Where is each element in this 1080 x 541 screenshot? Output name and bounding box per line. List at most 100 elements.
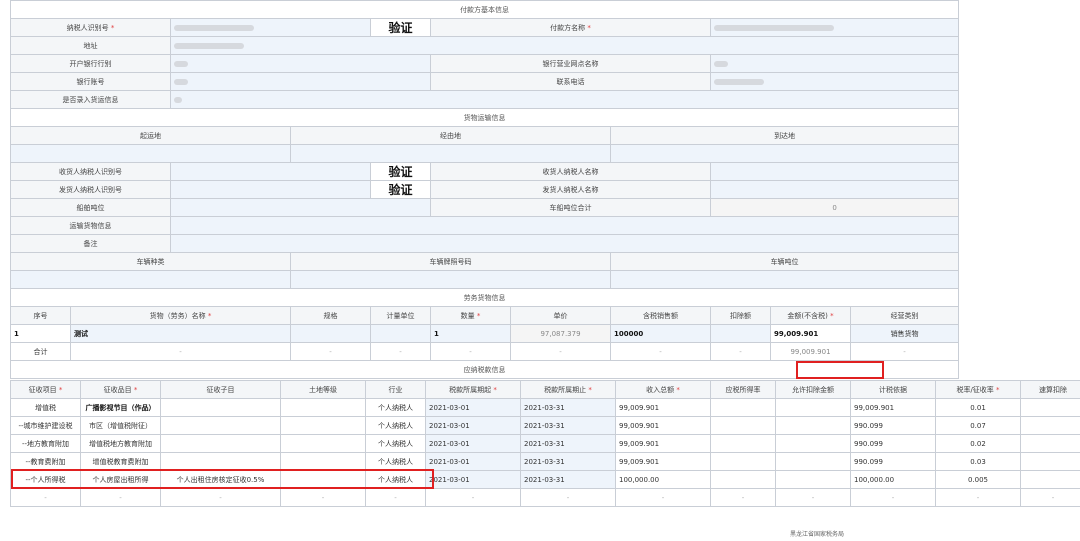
vehicle-tonnage-label: 车辆吨位 [609, 252, 960, 271]
col-name: 货物（劳务）名称 * [70, 306, 291, 325]
tax-rate: 0.07 [935, 416, 1021, 435]
total-dash: - [849, 342, 960, 361]
tax-period-to[interactable]: 2021-03-31 [520, 416, 616, 435]
service-taxinc-input[interactable]: 100000 [610, 324, 711, 343]
tax-quick-deduct [1020, 470, 1080, 489]
tax-period-from[interactable]: 2021-03-01 [425, 452, 521, 471]
tax-land-grade [280, 452, 366, 471]
service-name-input[interactable]: 测试 [70, 324, 291, 343]
tax-subitem: 市区（增值税附征） [80, 416, 161, 435]
tax-land-grade [280, 398, 366, 417]
payer-section-title: 付款方基本信息 [9, 0, 960, 19]
tax-taxable-rate [710, 470, 776, 489]
tax-allowed-deduct [775, 416, 851, 435]
tax-subitem: 增值税地方教育附加 [80, 434, 161, 453]
tax-period-from[interactable]: 2021-03-01 [425, 416, 521, 435]
tax-period-to[interactable]: 2021-03-31 [520, 452, 616, 471]
taxpayer-id-input[interactable] [170, 18, 371, 37]
tax-industry: 个人纳税人 [365, 398, 426, 417]
total-label: 合计 [10, 342, 71, 361]
tax-empty-row: ------------- [10, 488, 1080, 507]
tax-row: --个人所得税 个人房屋出租所得 个人出租住房核定征收0.5% 个人纳税人 2021-0… [10, 470, 1080, 489]
phone-input[interactable] [709, 72, 960, 91]
bank-branch-input[interactable] [709, 54, 960, 73]
tax-income[interactable]: 99,009.901 [615, 416, 711, 435]
tax-land-grade [280, 434, 366, 453]
tax-period-from[interactable]: 2021-03-01 [425, 470, 521, 489]
bank-input[interactable] [170, 54, 431, 73]
vehicle-tonnage-total-label: 车船吨位合计 [430, 198, 711, 217]
via-input[interactable] [290, 144, 611, 163]
tax-period-to[interactable]: 2021-03-31 [520, 398, 616, 417]
tax-period-from[interactable]: 2021-03-01 [425, 398, 521, 417]
col-category: 经营类别 [849, 306, 960, 325]
account-input[interactable] [170, 72, 431, 91]
tax-empty-cell: - [710, 488, 776, 507]
shipper-id-input[interactable] [170, 180, 371, 199]
tax-empty-cell: - [160, 488, 281, 507]
payer-name-input[interactable] [709, 18, 960, 37]
receiver-name-input[interactable] [709, 162, 960, 181]
tax-section-title: 应纳税款信息 [9, 360, 960, 379]
tax-income[interactable]: 100,000.00 [615, 470, 711, 489]
tax-industry: 个人纳税人 [365, 470, 426, 489]
verify-receiver-button[interactable]: 验证 [370, 162, 431, 181]
tax-col-header: 允许扣除金额 [775, 380, 851, 399]
vehicle-tonnage-total-value: 0 [709, 198, 960, 217]
address-input[interactable] [169, 36, 960, 55]
col-spec: 规格 [290, 306, 371, 325]
origin-label: 起运地 [10, 126, 291, 145]
tax-industry: 个人纳税人 [365, 452, 426, 471]
tax-taxable-rate [710, 416, 776, 435]
plate-no-input[interactable] [290, 270, 611, 289]
tax-empty-cell: - [1020, 488, 1080, 507]
taxpayer-id-label: 纳税人识别号 * [10, 18, 171, 37]
tax-period-to[interactable]: 2021-03-31 [520, 470, 616, 489]
ship-tonnage-input[interactable] [170, 198, 431, 217]
tax-item: --地方教育附加 [10, 434, 81, 453]
tax-industry: 个人纳税人 [365, 434, 426, 453]
service-qty-input[interactable]: 1 [430, 324, 511, 343]
tax-income[interactable]: 99,009.901 [615, 452, 711, 471]
remark-input[interactable] [169, 234, 960, 253]
tax-taxable-rate [710, 398, 776, 417]
receiver-id-input[interactable] [170, 162, 371, 181]
verify-payer-button[interactable]: 验证 [370, 18, 431, 37]
tax-quick-deduct [1020, 452, 1080, 471]
tax-basis: 99,009.901 [850, 398, 936, 417]
goods-entry-select[interactable] [169, 90, 960, 109]
tax-col-header: 速算扣除 [1020, 380, 1080, 399]
tax-rate: 0.02 [935, 434, 1021, 453]
tax-industry: 个人纳税人 [365, 416, 426, 435]
service-unit-input[interactable] [370, 324, 431, 343]
service-amount: 99,009.901 [770, 324, 851, 343]
vehicle-type-input[interactable] [10, 270, 291, 289]
col-amount: 金额(不含税) * [770, 306, 851, 325]
total-amount: 99,009.901 [770, 342, 851, 361]
tax-basis: 990.099 [850, 434, 936, 453]
tax-quick-deduct [1020, 416, 1080, 435]
service-deduct-input[interactable] [710, 324, 771, 343]
tax-col-header: 计税依据 [850, 380, 936, 399]
account-label: 银行账号 [10, 72, 171, 91]
service-spec-input[interactable] [290, 324, 371, 343]
tax-empty-cell: - [615, 488, 711, 507]
tax-col-header: 征收子目 [160, 380, 281, 399]
tax-subsubitem [160, 416, 281, 435]
service-category-select[interactable]: 销售货物 [849, 324, 960, 343]
phone-label: 联系电话 [430, 72, 711, 91]
origin-input[interactable] [10, 144, 291, 163]
verify-shipper-button[interactable]: 验证 [370, 180, 431, 199]
tax-period-to[interactable]: 2021-03-31 [520, 434, 616, 453]
tax-allowed-deduct [775, 470, 851, 489]
shipper-name-input[interactable] [709, 180, 960, 199]
destination-input[interactable] [609, 144, 960, 163]
tax-income[interactable]: 99,009.901 [615, 398, 711, 417]
vehicle-tonnage-input[interactable] [609, 270, 960, 289]
receiver-name-label: 收货人纳税人名称 [430, 162, 711, 181]
tax-allowed-deduct [775, 452, 851, 471]
tax-period-from[interactable]: 2021-03-01 [425, 434, 521, 453]
tax-income[interactable]: 99,009.901 [615, 434, 711, 453]
tax-allowed-deduct [775, 398, 851, 417]
cargo-info-input[interactable] [169, 216, 960, 235]
